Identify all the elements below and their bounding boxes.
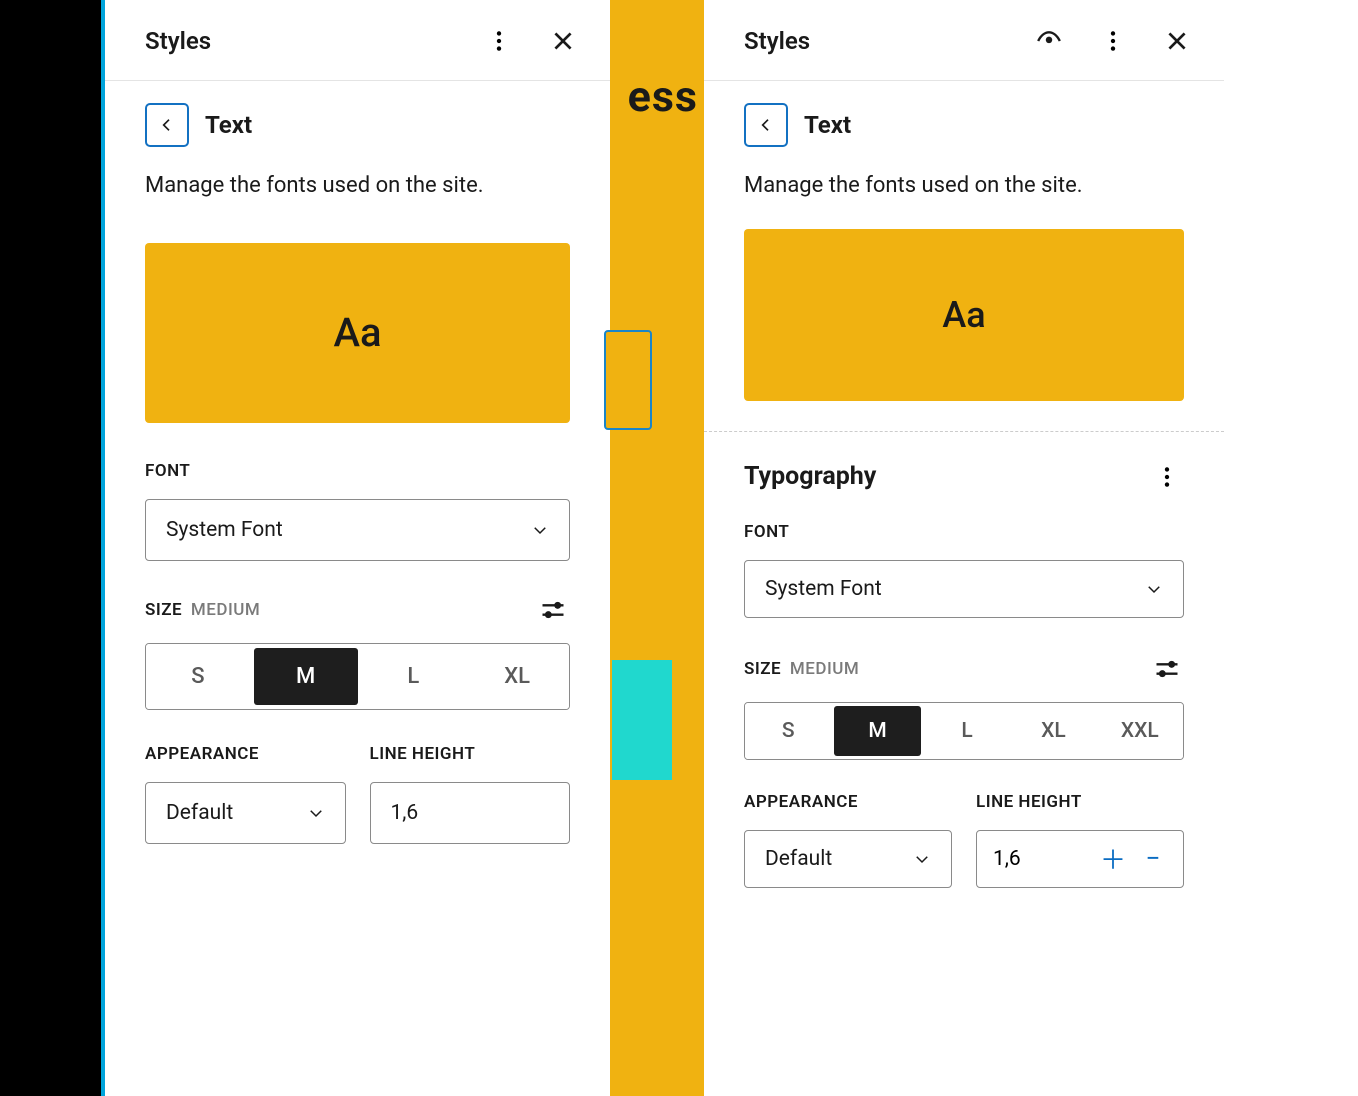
lineheight-stepper[interactable]: 1,6 ＋ − [976, 830, 1184, 888]
appearance-label: APPEARANCE [145, 744, 346, 764]
size-option-s[interactable]: S [146, 644, 250, 709]
font-select-value: System Font [166, 518, 283, 542]
chevron-down-icon [1145, 580, 1163, 598]
panel-header: Styles [704, 0, 1224, 81]
lineheight-label: LINE HEIGHT [976, 792, 1184, 812]
typography-options-button[interactable] [1150, 460, 1184, 494]
preview-glyph: Aa [333, 309, 381, 356]
size-header-row: SIZE MEDIUM [145, 593, 570, 627]
close-icon [1164, 28, 1190, 54]
size-segmented-control: SMLXL [145, 643, 570, 710]
section-description: Manage the fonts used on the site. [145, 171, 570, 201]
panel-header-actions [482, 24, 580, 58]
close-panel-button[interactable] [1160, 24, 1194, 58]
close-panel-button[interactable] [546, 24, 580, 58]
back-button[interactable] [145, 103, 189, 147]
chevron-down-icon [307, 804, 325, 822]
style-book-button[interactable] [1032, 24, 1066, 58]
size-option-l[interactable]: L [924, 703, 1010, 759]
chevron-down-icon [913, 850, 931, 868]
typography-preview: Aa [145, 243, 570, 423]
close-icon [550, 28, 576, 54]
more-options-button[interactable] [1096, 24, 1130, 58]
canvas-preview-strip: ess [610, 0, 704, 1096]
size-current-label: MEDIUM [790, 659, 859, 679]
back-button[interactable] [744, 103, 788, 147]
size-option-s[interactable]: S [745, 703, 831, 759]
appearance-select[interactable]: Default [145, 782, 346, 844]
chevron-down-icon [531, 521, 549, 539]
styles-panel-left: Styles Text Manage the fonts used on the… [105, 0, 610, 1096]
size-option-l[interactable]: L [362, 644, 466, 709]
custom-size-toggle[interactable] [1150, 652, 1184, 686]
eye-icon [1036, 28, 1062, 54]
breadcrumb: Text [744, 103, 1184, 147]
dots-vertical-icon [1100, 28, 1126, 54]
editor-background-dark [0, 0, 101, 1096]
lineheight-increment[interactable]: ＋ [1099, 845, 1127, 873]
sliders-icon [539, 596, 567, 624]
font-label: FONT [744, 522, 1184, 542]
lineheight-decrement[interactable]: − [1139, 845, 1167, 873]
size-label: SIZE [145, 600, 182, 620]
size-segmented-control: SMLXLXXL [744, 702, 1184, 760]
more-options-button[interactable] [482, 24, 516, 58]
canvas-shape [612, 660, 672, 780]
lineheight-value: 1,6 [993, 847, 1087, 871]
dots-vertical-icon [1154, 464, 1180, 490]
breadcrumb-current: Text [205, 111, 252, 139]
sliders-icon [1153, 655, 1181, 683]
size-current-label: MEDIUM [191, 600, 260, 620]
typography-title: Typography [744, 462, 876, 491]
section-description: Manage the fonts used on the site. [744, 171, 1184, 201]
size-option-m[interactable]: M [254, 648, 358, 705]
appearance-select[interactable]: Default [744, 830, 952, 888]
lineheight-input[interactable]: 1,6 [370, 782, 571, 844]
panel-header: Styles [105, 0, 610, 81]
breadcrumb-current: Text [804, 111, 851, 139]
size-option-m[interactable]: M [834, 706, 920, 756]
typography-preview: Aa [744, 229, 1184, 401]
canvas-text-fragment: ess [628, 72, 698, 122]
appearance-value: Default [166, 801, 233, 825]
size-option-xxl[interactable]: XXL [1097, 703, 1183, 759]
section-divider [704, 431, 1224, 432]
custom-size-toggle[interactable] [536, 593, 570, 627]
size-option-xl[interactable]: XL [1010, 703, 1096, 759]
chevron-left-icon [758, 117, 774, 133]
panel-title: Styles [145, 27, 211, 55]
lineheight-value: 1,6 [391, 801, 419, 825]
font-select[interactable]: System Font [744, 560, 1184, 618]
preview-glyph: Aa [942, 294, 985, 336]
lineheight-label: LINE HEIGHT [370, 744, 571, 764]
panel-header-actions [1032, 24, 1194, 58]
font-label: FONT [145, 461, 570, 481]
typography-section-header: Typography [744, 460, 1184, 494]
chevron-left-icon [159, 117, 175, 133]
styles-panel-right: Styles Text Manage the fonts used on the… [704, 0, 1224, 1096]
dots-vertical-icon [486, 28, 512, 54]
size-label: SIZE [744, 659, 781, 679]
font-select-value: System Font [765, 577, 882, 601]
appearance-label: APPEARANCE [744, 792, 952, 812]
appearance-value: Default [765, 847, 832, 871]
panel-title: Styles [744, 27, 810, 55]
size-option-xl[interactable]: XL [465, 644, 569, 709]
font-select[interactable]: System Font [145, 499, 570, 561]
breadcrumb: Text [145, 103, 570, 147]
size-header-row: SIZE MEDIUM [744, 652, 1184, 686]
canvas-shape [604, 330, 652, 430]
